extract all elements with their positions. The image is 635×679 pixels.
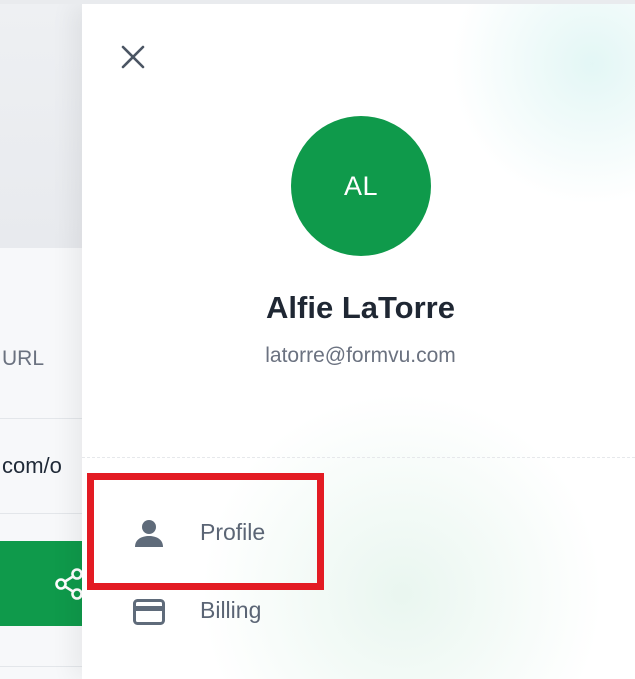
page: URL com/o AL Alfie LaTorre latorre@formv… <box>0 0 635 679</box>
user-email: latorre@formvu.com <box>265 344 456 367</box>
url-value[interactable]: com/o <box>2 453 62 479</box>
top-border <box>0 0 635 4</box>
drawer-divider <box>82 457 635 458</box>
menu-item-label: Profile <box>200 519 266 545</box>
menu-item-profile[interactable]: Profile <box>102 493 322 573</box>
user-name: Alfie LaTorre <box>266 290 455 325</box>
avatar: AL <box>291 116 431 256</box>
background-divider <box>0 418 90 419</box>
background-divider <box>0 666 90 667</box>
background-divider <box>0 513 90 514</box>
credit-card-icon <box>132 595 166 629</box>
background-header-area <box>0 0 90 248</box>
account-drawer: AL Alfie LaTorre latorre@formvu.com Prof… <box>82 4 635 679</box>
person-icon <box>132 516 166 550</box>
menu-item-billing[interactable]: Billing <box>102 573 322 653</box>
close-button[interactable] <box>118 42 148 72</box>
avatar-initials: AL <box>343 170 379 201</box>
menu-item-label: Billing <box>200 597 262 623</box>
background-app: URL com/o <box>0 0 90 679</box>
url-label: URL <box>2 347 45 370</box>
share-icon[interactable] <box>52 567 86 601</box>
close-icon[interactable] <box>118 42 148 72</box>
